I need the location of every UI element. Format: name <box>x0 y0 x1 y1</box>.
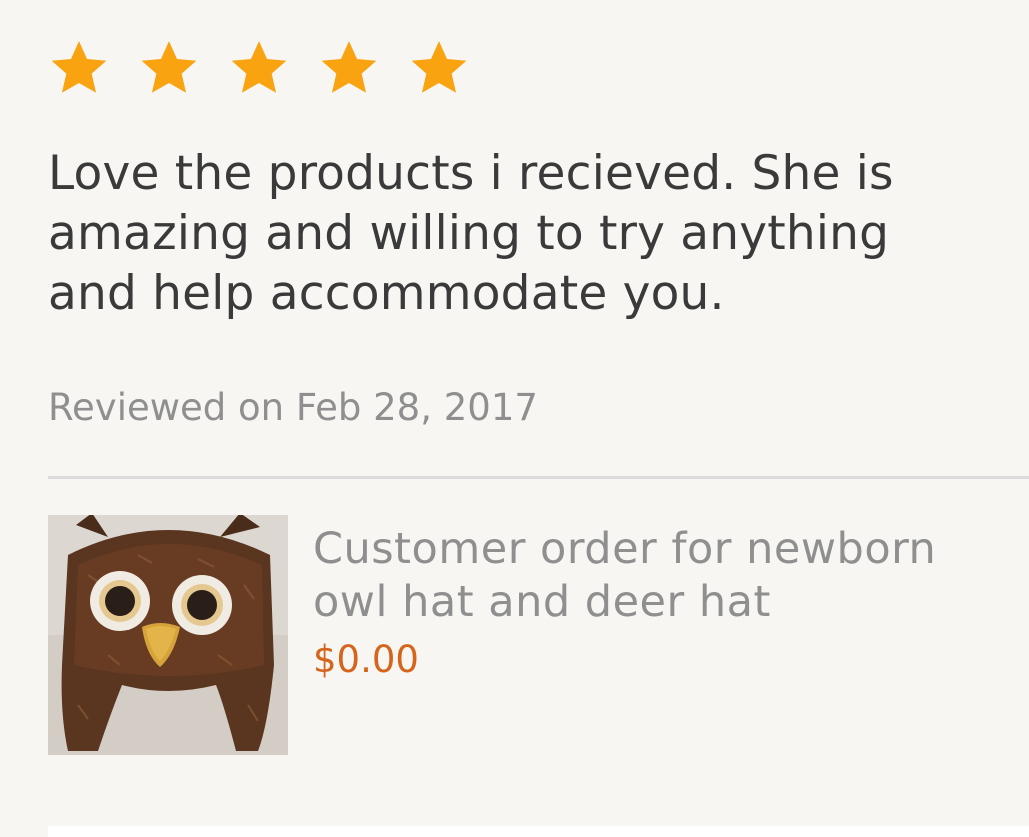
review-text: Love the products i recieved. She is ama… <box>48 146 894 321</box>
item-price: $0.00 <box>313 638 419 681</box>
reviewed-item[interactable]: Customer order for newborn owl hat and d… <box>48 515 1029 755</box>
next-review-card <box>48 826 1029 837</box>
star-icon <box>408 37 470 99</box>
item-thumbnail[interactable] <box>48 515 288 755</box>
star-rating <box>48 36 1029 100</box>
item-info: Customer order for newborn owl hat and d… <box>313 515 993 755</box>
star-icon <box>228 37 290 99</box>
star-icon <box>138 37 200 99</box>
star-icon <box>48 37 110 99</box>
item-title-link[interactable]: Customer order for newborn owl hat and d… <box>313 523 993 629</box>
review-date: Reviewed on Feb 28, 2017 <box>48 386 538 429</box>
star-icon <box>318 37 380 99</box>
review-card: Love the products i recieved. She is ama… <box>48 36 1029 430</box>
owl-hat-photo-icon <box>48 515 288 755</box>
divider <box>48 476 1029 479</box>
